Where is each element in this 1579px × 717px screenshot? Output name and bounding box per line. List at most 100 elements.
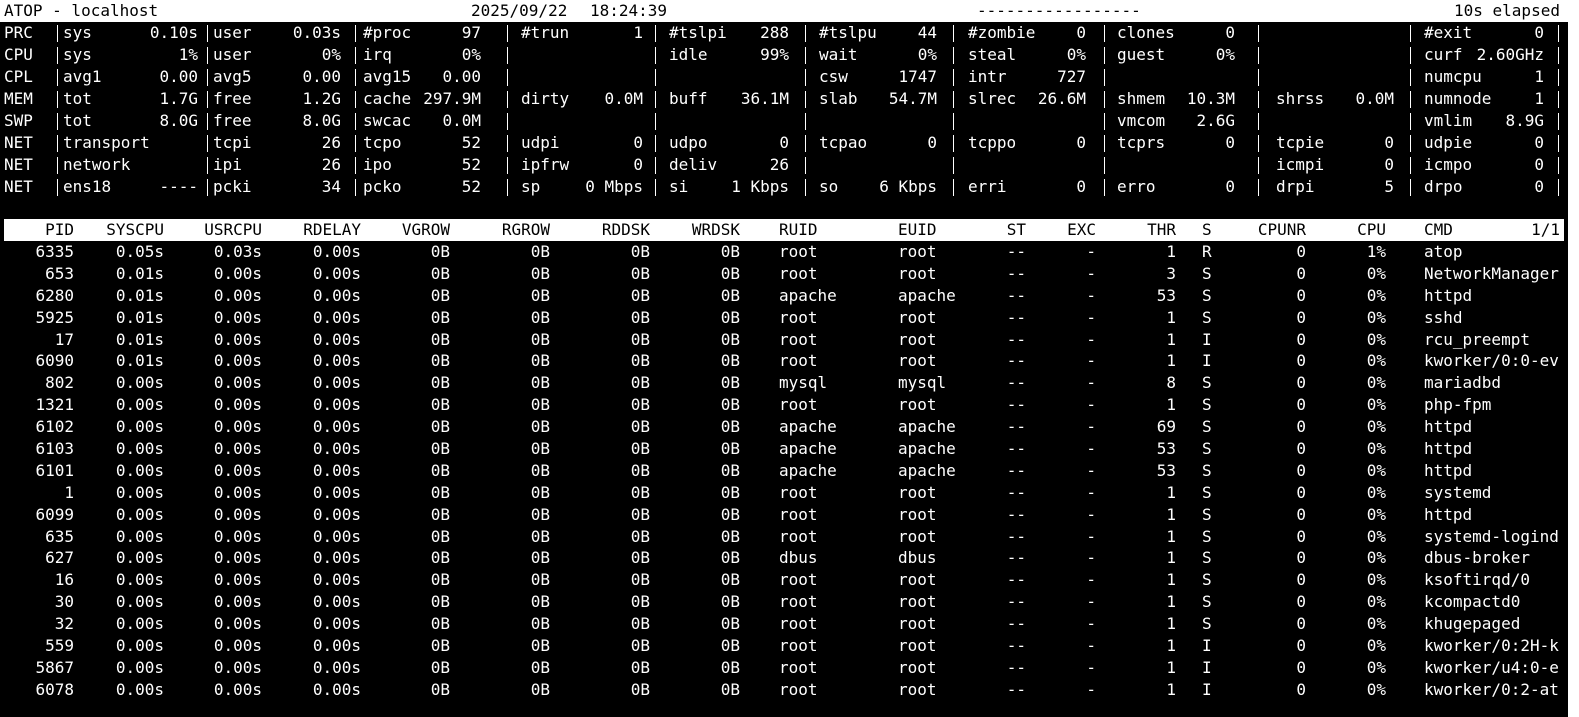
cmd-cell: kworker/0:2-at: [1424, 679, 1559, 699]
stat-cell-sp: sp 0 Mbps: [521, 176, 643, 198]
process-row[interactable]: 1 0.00s 0.00s 0.00s 0B 0B 0B 0B root root -- -1 S 0 0%…: [0, 482, 1568, 504]
column-separator: [507, 135, 508, 152]
column-separator: [507, 179, 508, 196]
process-row[interactable]: 6280 0.01s 0.00s 0.00s 0B 0B 0B 0B apache apache -…: [0, 285, 1568, 307]
process-row[interactable]: 6090 0.01s 0.00s 0.00s 0B 0B 0B 0B root root -- -1 I…: [0, 350, 1568, 372]
process-row[interactable]: 6101 0.00s 0.00s 0.00s 0B 0B 0B 0B apache apache -…: [0, 460, 1568, 482]
process-table-header[interactable]: PID SYSCPU USRCPU RDELAY VGROW RGROW RDD…: [4, 219, 1564, 241]
process-row[interactable]: 6078 0.00s 0.00s 0.00s 0B 0B 0B 0B root root -- -1 I…: [0, 679, 1568, 701]
stat-cell-network: network: [63, 154, 198, 176]
cpunr-cell: 0: [1296, 351, 1306, 371]
stat-cell-erro: erro 0: [1117, 176, 1235, 198]
ruid-cell: root: [779, 636, 818, 656]
col-header-state[interactable]: S: [1202, 219, 1222, 241]
col-header-syscpu[interactable]: SYSCPU: [80, 219, 164, 241]
ruid-cell: root: [779, 395, 818, 415]
column-separator: [805, 25, 806, 42]
usrcpu-cell: 0.00s: [213, 504, 262, 524]
col-header-rgrow[interactable]: RGROW: [480, 219, 550, 241]
process-row[interactable]: 6335 0.05s 0.03s 0.00s 0B 0B 0B 0B root root -- -1 R…: [0, 241, 1568, 263]
rdelay-cell: 0.00s: [312, 242, 361, 261]
process-row[interactable]: 653 0.01s 0.00s 0.00s 0B 0B 0B 0B root root -- -3 S 0…: [0, 263, 1568, 285]
rgrow-cell: 0B: [530, 657, 550, 677]
col-header-usrcpu[interactable]: USRCPU: [176, 219, 262, 241]
col-header-rdelay[interactable]: RDELAY: [275, 219, 361, 241]
pid-cell: 6102: [35, 417, 74, 437]
stat-value: 97: [461, 23, 481, 42]
column-separator: [507, 25, 508, 42]
col-header-pid[interactable]: PID: [0, 219, 74, 241]
rddsk-cell: 0B: [630, 504, 650, 524]
col-header-rddsk[interactable]: RDDSK: [580, 219, 650, 241]
thr-cell: 69: [1156, 417, 1176, 437]
process-list[interactable]: 6335 0.05s 0.03s 0.00s 0B 0B 0B 0B root root -- -1 R…: [0, 241, 1568, 701]
stat-cell-cache: cache 297.9M: [363, 88, 481, 110]
col-header-ruid[interactable]: RUID: [779, 219, 889, 241]
col-header-cpu[interactable]: CPU: [1330, 219, 1386, 241]
col-header-vgrow[interactable]: VGROW: [380, 219, 450, 241]
stat-cell-n-tslpu: #tslpu 44: [819, 22, 937, 44]
system-stats-panel: PRC sys 0.10s user 0.03s #proc 97 #trun 1 #tslpi 2…: [0, 22, 1568, 198]
col-header-thr[interactable]: THR: [1120, 219, 1176, 241]
stat-cell-empty: [968, 154, 1086, 176]
st-cell: --: [1006, 482, 1026, 502]
column-separator: [207, 179, 208, 196]
exc-cell: -: [1086, 614, 1096, 634]
stat-key: tcprs: [1117, 133, 1166, 152]
stat-value: 1%: [178, 45, 198, 64]
wrdsk-cell: 0B: [720, 395, 740, 415]
rgrow-cell: 0B: [530, 329, 550, 349]
cpunr-cell: 0: [1296, 504, 1306, 524]
pid-cell: 559: [45, 636, 74, 656]
rdelay-cell: 0.00s: [312, 526, 361, 546]
stat-key: icmpo: [1424, 155, 1473, 174]
usrcpu-cell: 0.00s: [213, 679, 262, 699]
stat-key: numnode: [1424, 89, 1492, 108]
rgrow-cell: 0B: [530, 351, 550, 371]
stat-cell-shrss: shrss 0.0M: [1276, 88, 1394, 110]
wrdsk-cell: 0B: [720, 570, 740, 590]
stat-cell-avg1: avg1 0.00: [63, 66, 198, 88]
syscpu-cell: 0.00s: [115, 395, 164, 415]
usrcpu-cell: 0.00s: [213, 417, 262, 437]
rddsk-cell: 0B: [630, 657, 650, 677]
thr-cell: 53: [1156, 439, 1176, 459]
process-row[interactable]: 559 0.00s 0.00s 0.00s 0B 0B 0B 0B root root -- -1 I 0…: [0, 635, 1568, 657]
vgrow-cell: 0B: [430, 307, 450, 327]
process-row[interactable]: 30 0.00s 0.00s 0.00s 0B 0B 0B 0B root root -- -1 S 0 0…: [0, 591, 1568, 613]
process-row[interactable]: 6102 0.00s 0.00s 0.00s 0B 0B 0B 0B apache apache -…: [0, 416, 1568, 438]
pid-cell: 653: [45, 263, 74, 283]
process-row[interactable]: 802 0.00s 0.00s 0.00s 0B 0B 0B 0B mysql mysql -- -8…: [0, 372, 1568, 394]
process-row[interactable]: 5867 0.00s 0.00s 0.00s 0B 0B 0B 0B root root -- -1 I…: [0, 657, 1568, 679]
column-separator: [507, 91, 508, 108]
process-row[interactable]: 1321 0.00s 0.00s 0.00s 0B 0B 0B 0B root root -- -1 S…: [0, 394, 1568, 416]
syscpu-cell: 0.00s: [115, 526, 164, 546]
col-header-st[interactable]: ST: [990, 219, 1026, 241]
column-separator: [355, 25, 356, 42]
stat-key: guest: [1117, 45, 1166, 64]
process-row[interactable]: 6099 0.00s 0.00s 0.00s 0B 0B 0B 0B root root -- -1 S…: [0, 504, 1568, 526]
cpu-cell: 0%: [1366, 439, 1386, 459]
stat-cell-tcppo: tcppo 0: [968, 132, 1086, 154]
process-row[interactable]: 635 0.00s 0.00s 0.00s 0B 0B 0B 0B root root -- -1 S 0…: [0, 526, 1568, 548]
process-row[interactable]: 16 0.00s 0.00s 0.00s 0B 0B 0B 0B root root -- -1 S 0 0…: [0, 569, 1568, 591]
process-row[interactable]: 17 0.01s 0.00s 0.00s 0B 0B 0B 0B root root -- -1 I 0 0…: [0, 329, 1568, 351]
stat-value: 0: [1384, 133, 1394, 152]
process-row[interactable]: 6103 0.00s 0.00s 0.00s 0B 0B 0B 0B apache apache -…: [0, 438, 1568, 460]
stat-value: 1747: [898, 67, 937, 86]
col-header-exc[interactable]: EXC: [1050, 219, 1096, 241]
process-row[interactable]: 5925 0.01s 0.00s 0.00s 0B 0B 0B 0B root root -- -1 S…: [0, 307, 1568, 329]
col-header-wrdsk[interactable]: WRDSK: [670, 219, 740, 241]
process-row[interactable]: 32 0.00s 0.00s 0.00s 0B 0B 0B 0B root root -- -1 S 0 0…: [0, 613, 1568, 635]
exc-cell: -: [1086, 482, 1096, 502]
stat-key: swcac: [363, 111, 412, 130]
ruid-cell: root: [779, 351, 818, 371]
process-row[interactable]: 627 0.00s 0.00s 0.00s 0B 0B 0B 0B dbus dbus -- -1 S 0…: [0, 547, 1568, 569]
st-cell: --: [1006, 242, 1026, 261]
column-separator: [207, 113, 208, 130]
col-header-cmd[interactable]: CMD: [1424, 219, 1524, 241]
thr-cell: 1: [1166, 351, 1176, 371]
usrcpu-cell: 0.00s: [213, 351, 262, 371]
rddsk-cell: 0B: [630, 285, 650, 305]
col-header-cpunr[interactable]: CPUNR: [1240, 219, 1306, 241]
